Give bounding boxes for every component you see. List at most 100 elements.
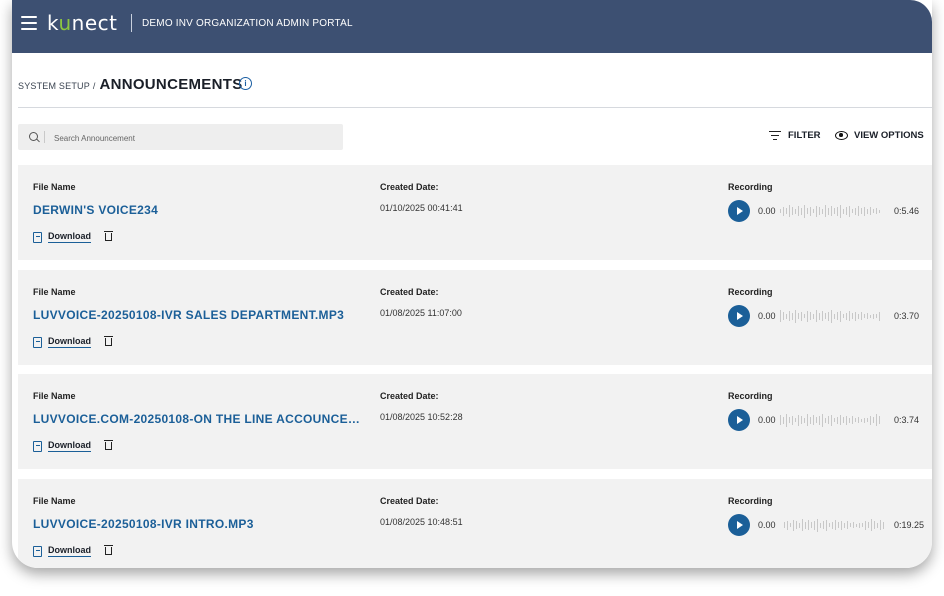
play-button[interactable] xyxy=(728,514,750,536)
waveform-bar xyxy=(780,209,781,213)
search-input[interactable] xyxy=(52,129,336,147)
waveform-bar xyxy=(796,521,797,529)
waveform-bar xyxy=(807,208,808,214)
audio-waveform[interactable] xyxy=(784,517,894,533)
waveform-bar xyxy=(838,522,839,528)
delete-icon[interactable] xyxy=(104,231,113,241)
waveform-bar xyxy=(807,414,808,426)
waveform-bar xyxy=(795,309,796,323)
waveform-bar xyxy=(871,519,872,531)
created-date-value: 01/08/2025 10:52:28 xyxy=(380,412,463,422)
file-name-link[interactable]: LUVVOICE.COM-20250108-ON THE LINE ACCOUN… xyxy=(33,412,368,426)
filter-label: FILTER xyxy=(788,130,821,141)
view-options-button[interactable]: VIEW OPTIONS xyxy=(835,130,924,141)
waveform-bar xyxy=(864,314,865,318)
waveform-bar xyxy=(813,209,814,213)
waveform-bar xyxy=(868,522,869,528)
info-icon[interactable]: i xyxy=(239,77,252,90)
waveform-bar xyxy=(817,518,818,532)
current-time: 0.00 xyxy=(758,206,776,216)
delete-icon[interactable] xyxy=(104,336,113,346)
download-button[interactable]: Download xyxy=(33,231,91,243)
waveform-bar xyxy=(804,314,805,318)
download-button[interactable]: Download xyxy=(33,336,91,348)
search-bar xyxy=(18,124,343,150)
waveform-bar xyxy=(876,414,877,426)
recording-label: Recording xyxy=(728,287,773,297)
waveform-bar xyxy=(819,207,820,215)
breadcrumb-parent[interactable]: SYSTEM SETUP xyxy=(18,81,90,91)
waveform-bar xyxy=(853,522,854,528)
waveform-bar xyxy=(787,520,788,530)
search-divider xyxy=(44,131,45,143)
waveform-bar xyxy=(783,206,784,216)
waveform-bar xyxy=(858,417,859,423)
title-divider xyxy=(18,107,932,108)
announcement-card: File Name LUVVOICE.COM-20250108-ON THE L… xyxy=(18,374,932,469)
waveform-bar xyxy=(798,206,799,216)
file-name-label: File Name xyxy=(33,287,76,297)
waveform-bar xyxy=(846,415,847,425)
file-name-label: File Name xyxy=(33,496,76,506)
waveform-bar xyxy=(810,206,811,216)
waveform-bar xyxy=(805,521,806,529)
file-name-link[interactable]: LUVVOICE-20250108-IVR INTRO.MP3 xyxy=(33,517,254,531)
file-download-icon xyxy=(33,545,42,557)
eye-icon xyxy=(835,131,848,140)
view-options-label: VIEW OPTIONS xyxy=(854,130,924,141)
play-button[interactable] xyxy=(728,409,750,431)
waveform-bar xyxy=(840,415,841,425)
waveform-bar xyxy=(810,312,811,320)
waveform-bar xyxy=(870,207,871,215)
waveform-bar xyxy=(831,206,832,216)
hamburger-menu-icon[interactable] xyxy=(21,16,37,30)
waveform-bar xyxy=(841,520,842,530)
waveform-bar xyxy=(880,520,881,530)
waveform-bar xyxy=(825,205,826,217)
waveform-bar xyxy=(786,208,787,214)
waveform-bar xyxy=(873,417,874,423)
file-name-link[interactable]: LUVVOICE-20250108-IVR SALES DEPARTMENT.M… xyxy=(33,308,344,322)
waveform-bar xyxy=(792,312,793,320)
play-button[interactable] xyxy=(728,305,750,327)
audio-waveform[interactable] xyxy=(780,412,890,428)
waveform-bar xyxy=(852,313,853,319)
waveform-bar xyxy=(840,310,841,322)
waveform-bar xyxy=(843,417,844,423)
waveform-bar xyxy=(829,523,830,527)
delete-icon[interactable] xyxy=(104,440,113,450)
filter-button[interactable]: FILTER xyxy=(769,130,821,141)
waveform-bar xyxy=(814,520,815,530)
waveform-bar xyxy=(865,520,866,530)
waveform-bar xyxy=(843,208,844,214)
waveform-bar xyxy=(826,519,827,531)
waveform-bar xyxy=(856,523,857,527)
file-download-icon xyxy=(33,440,42,452)
waveform-bar xyxy=(811,522,812,528)
waveform-bar xyxy=(801,416,802,424)
file-name-link[interactable]: DERWIN'S VOICE234 xyxy=(33,203,158,217)
current-time: 0.00 xyxy=(758,415,776,425)
audio-waveform[interactable] xyxy=(780,308,890,324)
waveform-bar xyxy=(847,521,848,529)
waveform-bar xyxy=(832,521,833,529)
kunnect-logo[interactable]: kunect xyxy=(47,11,117,35)
page-title: ANNOUNCEMENTS xyxy=(99,76,243,93)
created-date-label: Created Date: xyxy=(380,496,439,506)
download-button[interactable]: Download xyxy=(33,440,91,452)
download-label: Download xyxy=(48,440,91,452)
waveform-bar xyxy=(870,314,871,318)
waveform-bar xyxy=(784,522,785,528)
delete-icon[interactable] xyxy=(104,545,113,555)
waveform-bar xyxy=(861,208,862,214)
announcement-card: File Name DERWIN'S VOICE234 Created Date… xyxy=(18,165,932,260)
waveform-bar xyxy=(849,205,850,217)
portal-title: DEMO INV ORGANIZATION ADMIN PORTAL xyxy=(142,18,353,29)
breadcrumb-separator: / xyxy=(92,81,96,91)
waveform-bar xyxy=(816,417,817,423)
download-button[interactable]: Download xyxy=(33,545,91,557)
waveform-bar xyxy=(864,417,865,423)
recording-label: Recording xyxy=(728,182,773,192)
play-button[interactable] xyxy=(728,200,750,222)
audio-waveform[interactable] xyxy=(780,203,890,219)
